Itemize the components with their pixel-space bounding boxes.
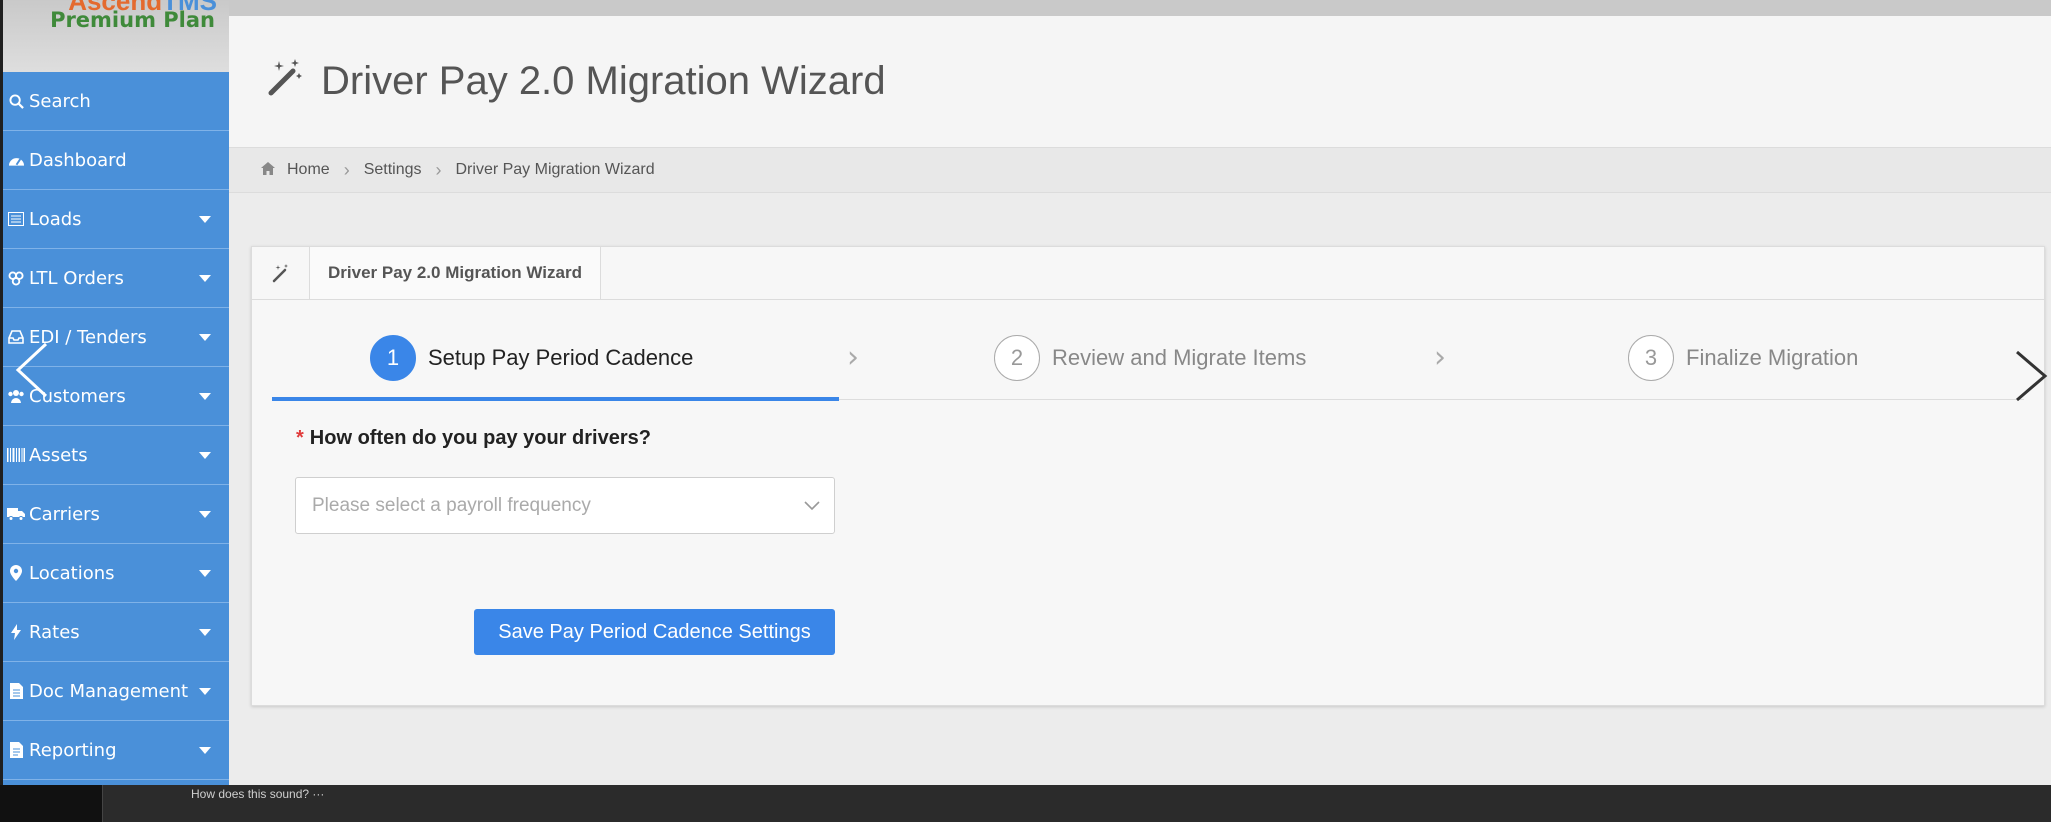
payroll-frequency-label: * How often do you pay your drivers?: [296, 427, 651, 449]
chevron-right-icon: ›: [343, 159, 350, 180]
chevron-down-icon: [199, 216, 211, 223]
sidebar-nav: Search Dashboard Loads LTL Orders EDI / …: [3, 72, 229, 780]
select-placeholder: Please select a payroll frequency: [312, 494, 591, 516]
map-pin-icon: [3, 565, 29, 581]
chevron-down-icon: [804, 492, 820, 516]
wizard-card: Driver Pay 2.0 Migration Wizard 1 Setup …: [251, 246, 2045, 706]
search-icon: [3, 93, 29, 109]
report-icon: [3, 742, 29, 758]
next-arrow-icon[interactable]: [2013, 348, 2049, 414]
step-review-and-migrate-items[interactable]: 2 Review and Migrate Items: [994, 335, 1306, 381]
home-icon: [261, 162, 275, 178]
wizard-steps: 1 Setup Pay Period Cadence › 2 Review an…: [272, 300, 2024, 401]
bottom-thumbnail: [0, 785, 103, 822]
sidebar-item-label: Doc Management: [29, 680, 189, 702]
sidebar-item-search[interactable]: Search: [3, 72, 229, 131]
save-pay-period-cadence-button[interactable]: Save Pay Period Cadence Settings: [474, 609, 835, 655]
sidebar-item-carriers[interactable]: Carriers: [3, 485, 229, 544]
bottom-caption: How does this sound? ···: [191, 787, 325, 801]
step-number: 1: [370, 335, 416, 381]
chevron-down-icon: [199, 747, 211, 754]
sidebar-item-label: Reporting: [29, 739, 117, 761]
magic-wand-icon: [252, 247, 310, 299]
logo-plan: Premium Plan: [50, 8, 215, 32]
boxes-icon: [3, 270, 29, 286]
list-icon: [3, 212, 29, 226]
step-number: 3: [1628, 335, 1674, 381]
step-label: Setup Pay Period Cadence: [428, 345, 694, 370]
magic-wand-icon: [265, 57, 305, 107]
sidebar-item-reporting[interactable]: Reporting: [3, 721, 229, 780]
truck-icon: [3, 507, 29, 521]
sidebar-item-label: Assets: [29, 444, 88, 466]
payroll-frequency-select[interactable]: Please select a payroll frequency: [295, 477, 835, 534]
document-icon: [3, 683, 29, 699]
page-title: Driver Pay 2.0 Migration Wizard: [321, 59, 886, 103]
tab-migration-wizard[interactable]: Driver Pay 2.0 Migration Wizard: [310, 247, 601, 299]
sidebar-item-assets[interactable]: Assets: [3, 426, 229, 485]
chevron-down-icon: [199, 629, 211, 636]
chevron-down-icon: [199, 393, 211, 400]
breadcrumb-home[interactable]: Home: [287, 161, 330, 179]
sidebar-item-label: Carriers: [29, 503, 100, 525]
chevron-down-icon: [199, 570, 211, 577]
barcode-icon: [3, 448, 29, 462]
breadcrumb-settings[interactable]: Settings: [364, 161, 422, 179]
chevron-right-icon: ›: [847, 340, 859, 375]
breadcrumb-current: Driver Pay Migration Wizard: [455, 161, 655, 178]
sidebar-item-label: Dashboard: [29, 149, 127, 171]
step-label: Review and Migrate Items: [1052, 345, 1307, 370]
logo[interactable]: AscendTMS Premium Plan: [3, 0, 229, 72]
step-finalize-migration[interactable]: 3 Finalize Migration: [1628, 335, 1858, 381]
sidebar-item-loads[interactable]: Loads: [3, 190, 229, 249]
chevron-down-icon: [199, 511, 211, 518]
dashboard-icon: [3, 153, 29, 167]
card-tabs: Driver Pay 2.0 Migration Wizard: [252, 247, 2044, 300]
sidebar-item-doc-management[interactable]: Doc Management: [3, 662, 229, 721]
breadcrumb: Home › Settings › Driver Pay Migration W…: [229, 147, 2051, 193]
sidebar-item-label: LTL Orders: [29, 267, 124, 289]
chevron-down-icon: [199, 452, 211, 459]
active-step-indicator: [272, 397, 839, 401]
sidebar-item-locations[interactable]: Locations: [3, 544, 229, 603]
required-mark: *: [296, 427, 304, 449]
chevron-right-icon: ›: [435, 159, 442, 180]
previous-arrow-icon[interactable]: [12, 340, 52, 410]
chevron-down-icon: [199, 688, 211, 695]
sidebar-item-rates[interactable]: Rates: [3, 603, 229, 662]
chevron-down-icon: [199, 275, 211, 282]
top-strip: [0, 0, 2051, 16]
sidebar-item-label: Rates: [29, 621, 80, 643]
sidebar-item-label: Search: [29, 90, 91, 112]
sidebar-item-label: Loads: [29, 208, 82, 230]
chevron-down-icon: [199, 334, 211, 341]
sidebar-item-ltl-orders[interactable]: LTL Orders: [3, 249, 229, 308]
sidebar-item-label: Locations: [29, 562, 115, 584]
step-number: 2: [994, 335, 1040, 381]
page-header: Driver Pay 2.0 Migration Wizard: [229, 16, 2051, 147]
main-content: Driver Pay 2.0 Migration Wizard Home › S…: [229, 16, 2051, 785]
chevron-right-icon: ›: [1434, 340, 1446, 375]
bolt-icon: [3, 624, 29, 640]
step-setup-pay-period-cadence[interactable]: 1 Setup Pay Period Cadence: [370, 335, 693, 381]
sidebar-item-dashboard[interactable]: Dashboard: [3, 131, 229, 190]
bottom-strip: How does this sound? ···: [0, 785, 2051, 822]
step-label: Finalize Migration: [1686, 345, 1859, 370]
